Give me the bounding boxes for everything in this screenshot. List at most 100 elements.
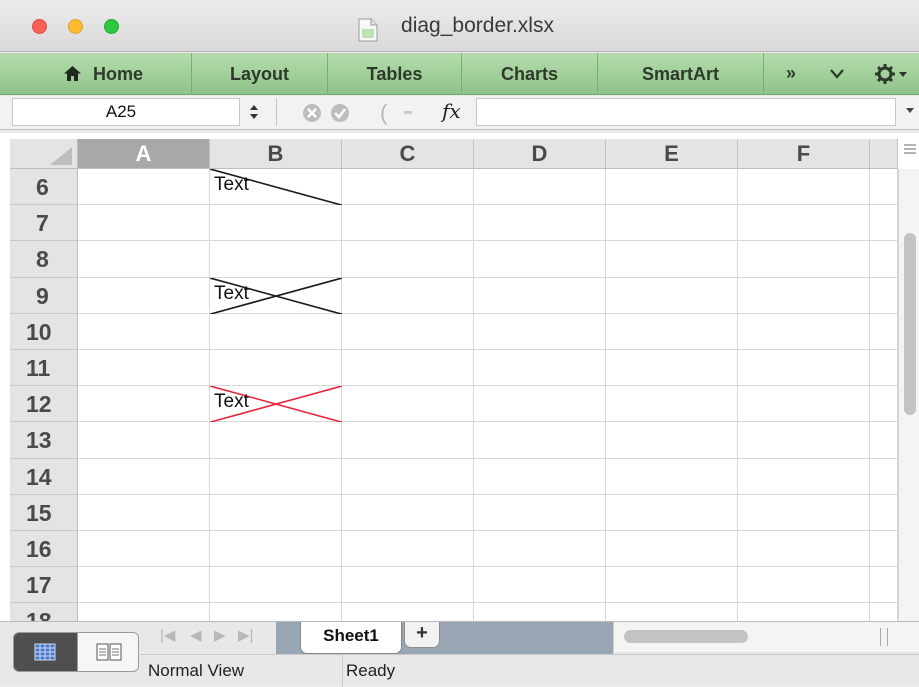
cell-a15[interactable] (78, 494, 210, 531)
column-header-a[interactable]: A (78, 139, 210, 169)
cell-e7[interactable] (606, 205, 738, 242)
row-header-14[interactable]: 14 (10, 458, 78, 495)
cancel-icon[interactable] (302, 103, 322, 123)
row-header-17[interactable]: 17 (10, 567, 78, 604)
cell-e18[interactable] (606, 603, 738, 621)
cell-a18[interactable] (78, 603, 210, 621)
cell-a12[interactable] (78, 386, 210, 423)
cell-b7[interactable] (210, 205, 342, 242)
column-header-overflow[interactable] (870, 139, 898, 169)
cell-d6[interactable] (474, 169, 606, 206)
cell-d9[interactable] (474, 277, 606, 314)
cell-c10[interactable] (342, 313, 474, 350)
cell-d10[interactable] (474, 313, 606, 350)
cell-e8[interactable] (606, 241, 738, 278)
cell-f12[interactable] (738, 386, 870, 423)
cell-g7[interactable] (870, 205, 898, 242)
column-header-d[interactable]: D (474, 139, 606, 169)
cell-e16[interactable] (606, 531, 738, 568)
cell-b13[interactable] (210, 422, 342, 459)
cell-d18[interactable] (474, 603, 606, 621)
cell-b15[interactable] (210, 494, 342, 531)
row-header-10[interactable]: 10 (10, 313, 78, 350)
cell-b8[interactable] (210, 241, 342, 278)
row-header-11[interactable]: 11 (10, 350, 78, 387)
cell-d12[interactable] (474, 386, 606, 423)
cell-a6[interactable] (78, 169, 210, 206)
cell-b11[interactable] (210, 350, 342, 387)
cell-c9[interactable] (342, 277, 474, 314)
cell-g18[interactable] (870, 603, 898, 621)
next-sheet-icon[interactable]: ▶ (214, 626, 226, 644)
tab-charts[interactable]: Charts (462, 53, 598, 95)
last-sheet-icon[interactable]: ▶| (238, 626, 253, 644)
cell-b9[interactable]: Text (210, 277, 342, 314)
cell-e15[interactable] (606, 494, 738, 531)
cell-d11[interactable] (474, 350, 606, 387)
cell-b6[interactable]: Text (210, 169, 342, 206)
more-tabs-icon[interactable]: » (786, 63, 796, 84)
cell-e11[interactable] (606, 350, 738, 387)
column-header-b[interactable]: B (210, 139, 342, 169)
normal-view-button[interactable] (14, 633, 77, 671)
cell-d14[interactable] (474, 458, 606, 495)
formula-expand-icon[interactable] (905, 107, 915, 115)
row-header-7[interactable]: 7 (10, 205, 78, 242)
tab-layout[interactable]: Layout (192, 53, 328, 95)
cell-f14[interactable] (738, 458, 870, 495)
cell-f11[interactable] (738, 350, 870, 387)
horizontal-scroll-thumb[interactable] (624, 630, 748, 643)
cell-c15[interactable] (342, 494, 474, 531)
cell-d7[interactable] (474, 205, 606, 242)
tab-home[interactable]: Home (16, 53, 192, 95)
cell-c6[interactable] (342, 169, 474, 206)
cell-d15[interactable] (474, 494, 606, 531)
cell-g13[interactable] (870, 422, 898, 459)
row-header-18[interactable]: 18 (10, 603, 78, 621)
cell-b14[interactable] (210, 458, 342, 495)
cell-g8[interactable] (870, 241, 898, 278)
cell-f7[interactable] (738, 205, 870, 242)
cell-a8[interactable] (78, 241, 210, 278)
cell-b12[interactable]: Text (210, 386, 342, 423)
cell-c7[interactable] (342, 205, 474, 242)
cell-f6[interactable] (738, 169, 870, 206)
cell-a14[interactable] (78, 458, 210, 495)
cell-g15[interactable] (870, 494, 898, 531)
cell-a9[interactable] (78, 277, 210, 314)
cell-d17[interactable] (474, 567, 606, 604)
cell-a10[interactable] (78, 313, 210, 350)
cell-c14[interactable] (342, 458, 474, 495)
cell-f16[interactable] (738, 531, 870, 568)
split-handle-icon[interactable] (880, 628, 888, 646)
cell-g9[interactable] (870, 277, 898, 314)
vertical-scroll-thumb[interactable] (904, 233, 916, 415)
add-sheet-button[interactable]: + (404, 622, 440, 648)
cell-f8[interactable] (738, 241, 870, 278)
column-header-e[interactable]: E (606, 139, 738, 169)
cell-a16[interactable] (78, 531, 210, 568)
first-sheet-icon[interactable]: |◀ (160, 626, 175, 644)
cell-c16[interactable] (342, 531, 474, 568)
cell-b10[interactable] (210, 313, 342, 350)
function-paren-icon[interactable]: ( (380, 100, 387, 126)
cell-f9[interactable] (738, 277, 870, 314)
spreadsheet-grid[interactable]: ABCDEF 6 Text 789 Text 101112 Text 13141516171… (0, 133, 919, 621)
row-header-6[interactable]: 6 (10, 169, 78, 206)
previous-sheet-icon[interactable]: ◀ (190, 626, 202, 644)
row-header-12[interactable]: 12 (10, 386, 78, 423)
cell-a13[interactable] (78, 422, 210, 459)
cell-a7[interactable] (78, 205, 210, 242)
cell-g17[interactable] (870, 567, 898, 604)
chevron-down-icon[interactable] (830, 69, 844, 79)
cell-f18[interactable] (738, 603, 870, 621)
row-header-9[interactable]: 9 (10, 277, 78, 314)
cell-a17[interactable] (78, 567, 210, 604)
tab-tables[interactable]: Tables (328, 53, 462, 95)
cell-g12[interactable] (870, 386, 898, 423)
cell-g14[interactable] (870, 458, 898, 495)
tab-smartart[interactable]: SmartArt (598, 53, 764, 95)
cell-c11[interactable] (342, 350, 474, 387)
cell-c8[interactable] (342, 241, 474, 278)
cell-f17[interactable] (738, 567, 870, 604)
